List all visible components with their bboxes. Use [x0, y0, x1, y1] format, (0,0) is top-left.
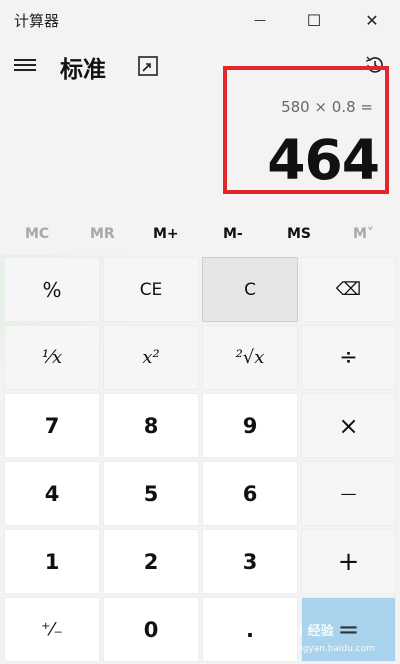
digit-3-button[interactable]: 3 — [202, 529, 298, 594]
memory-clear-button[interactable]: MC — [25, 226, 49, 242]
negate-button[interactable]: ⁺⁄₋ — [4, 597, 100, 662]
square-button[interactable]: x² — [103, 325, 199, 390]
digit-7-button[interactable]: 7 — [4, 393, 100, 458]
memory-row: MC MR M+ M- MS M˅ — [0, 220, 400, 252]
watermark-brand: Bai 经验 — [280, 624, 334, 639]
divide-button[interactable]: ÷ — [301, 325, 396, 390]
close-icon: ✕ — [365, 10, 379, 30]
digit-2-button[interactable]: 2 — [103, 529, 199, 594]
reciprocal-button[interactable]: ¹⁄x — [4, 325, 100, 390]
maximize-icon: ☐ — [306, 10, 322, 30]
digit-1-button[interactable]: 1 — [4, 529, 100, 594]
maximize-button[interactable]: ☐ — [286, 0, 342, 40]
minimize-button[interactable]: — — [232, 0, 288, 40]
backspace-button[interactable]: ⌫ — [301, 257, 396, 322]
square-root-button[interactable]: ²√x — [202, 325, 298, 390]
memory-list-button[interactable]: M˅ — [353, 226, 374, 242]
memory-add-button[interactable]: M+ — [153, 226, 179, 242]
percent-button[interactable]: % — [4, 257, 100, 322]
keep-on-top-icon[interactable] — [138, 56, 158, 76]
memory-subtract-button[interactable]: M- — [223, 226, 243, 242]
clear-button[interactable]: C — [202, 257, 298, 322]
result-text: 464 — [267, 128, 380, 192]
multiply-button[interactable]: × — [301, 393, 396, 458]
title-bar: 计算器 — ☐ ✕ — [0, 0, 400, 40]
clear-entry-button[interactable]: CE — [103, 257, 199, 322]
minimize-icon: — — [254, 13, 266, 27]
expression-text: 580 × 0.8 = — [281, 98, 373, 116]
mode-title: 标准 — [60, 57, 106, 83]
digit-4-button[interactable]: 4 — [4, 461, 100, 526]
app-title: 计算器 — [14, 12, 60, 30]
digit-0-button[interactable]: 0 — [103, 597, 199, 662]
digit-6-button[interactable]: 6 — [202, 461, 298, 526]
memory-store-button[interactable]: MS — [287, 226, 311, 242]
digit-8-button[interactable]: 8 — [103, 393, 199, 458]
backspace-icon: ⌫ — [335, 279, 362, 300]
digit-9-button[interactable]: 9 — [202, 393, 298, 458]
digit-5-button[interactable]: 5 — [103, 461, 199, 526]
keypad: % CE C ⌫ ¹⁄x x² ²√x ÷ 7 8 9 × 4 5 6 — 1 … — [0, 255, 400, 664]
watermark-url: jingyan.baidu.com — [292, 644, 376, 654]
plus-button[interactable]: + — [301, 529, 396, 594]
hamburger-menu-icon[interactable] — [14, 56, 36, 74]
close-button[interactable]: ✕ — [344, 0, 400, 40]
memory-recall-button[interactable]: MR — [90, 226, 115, 242]
display-highlight-box: 580 × 0.8 = 464 — [223, 66, 389, 194]
minus-button[interactable]: — — [301, 461, 396, 526]
